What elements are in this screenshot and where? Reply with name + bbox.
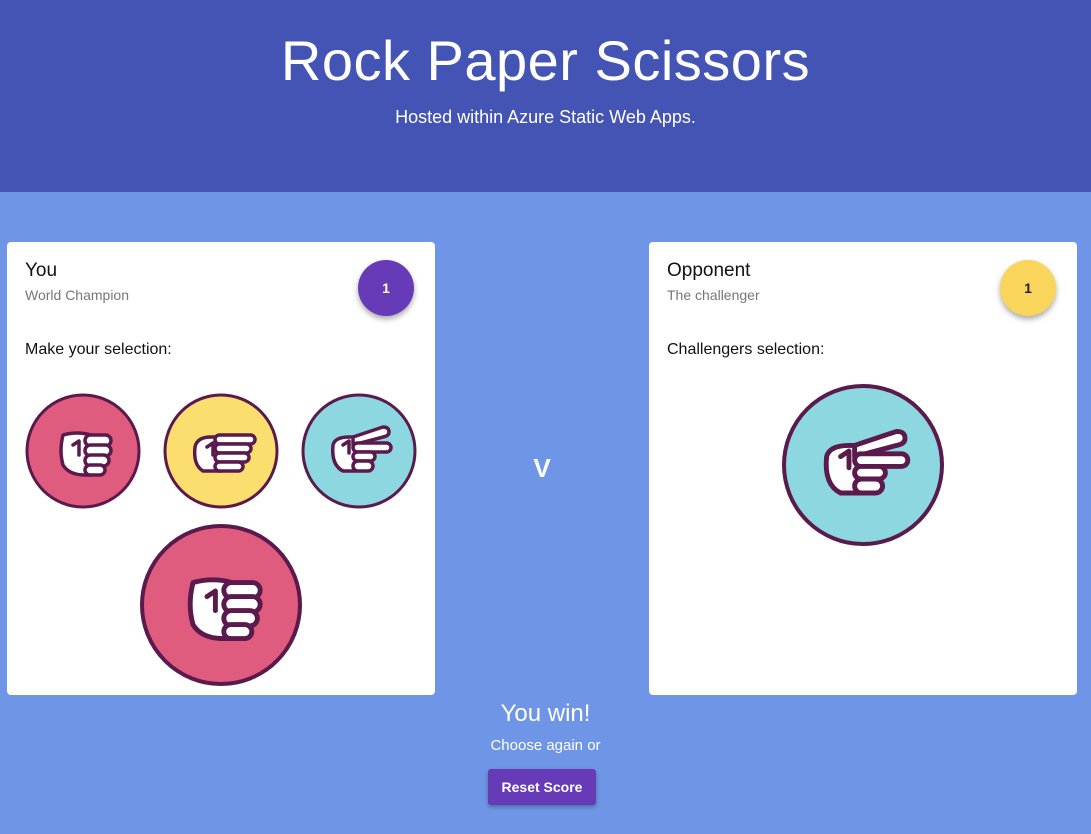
result-message: Choose again or	[490, 737, 601, 754]
scissors-icon	[782, 384, 944, 546]
player-selected-rock	[139, 523, 303, 687]
scissors-choice-button[interactable]	[301, 393, 417, 509]
page-title: Rock Paper Scissors	[280, 29, 811, 92]
rock-choice-button[interactable]	[25, 393, 141, 509]
player-card: You World Champion 1 Make your selection…	[7, 242, 435, 695]
player-prompt: Make your selection:	[25, 341, 172, 358]
reset-score-button[interactable]: Reset Score	[488, 769, 596, 805]
player-subtitle: World Champion	[25, 287, 130, 303]
result-title: You win!	[500, 700, 591, 727]
scissors-icon	[301, 393, 417, 509]
opponent-score-badge: 1	[1000, 260, 1056, 316]
page-subtitle: Hosted within Azure Static Web Apps.	[395, 107, 696, 127]
rock-icon	[25, 393, 141, 509]
paper-icon	[163, 393, 279, 509]
app-header: Rock Paper Scissors Hosted within Azure …	[0, 0, 1091, 192]
opponent-subtitle: The challenger	[667, 287, 760, 303]
paper-choice-button[interactable]	[163, 393, 279, 509]
player-name: You	[25, 260, 58, 281]
player-score-badge: 1	[358, 260, 414, 316]
opponent-selected-scissors	[781, 383, 945, 547]
opponent-name: Opponent	[667, 260, 751, 281]
versus-label: V	[533, 453, 551, 483]
rock-icon	[140, 524, 302, 686]
opponent-card: Opponent The challenger 1 Challengers se…	[649, 242, 1077, 695]
opponent-prompt: Challengers selection:	[667, 341, 825, 358]
